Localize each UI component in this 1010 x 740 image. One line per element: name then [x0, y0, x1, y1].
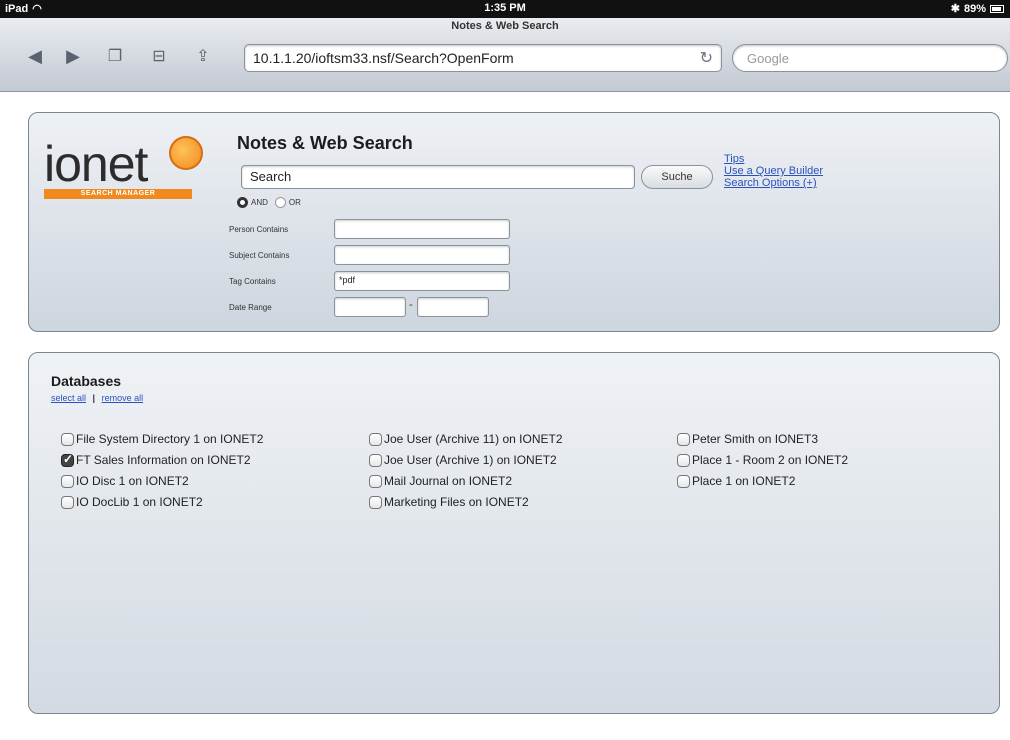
- tips-link[interactable]: Tips: [724, 153, 823, 165]
- battery-icon: [990, 4, 1004, 13]
- browser-page-title: Notes & Web Search: [451, 20, 559, 32]
- database-label: Joe User (Archive 11) on IONET2: [384, 432, 563, 446]
- database-item[interactable]: Marketing Files on IONET2: [369, 494, 563, 510]
- and-radio[interactable]: [237, 197, 248, 208]
- database-column-3: Peter Smith on IONET3 Place 1 - Room 2 o…: [677, 431, 848, 489]
- checkbox[interactable]: [61, 432, 74, 446]
- form-title: Notes & Web Search: [237, 133, 413, 153]
- back-icon[interactable]: ◀: [22, 46, 48, 67]
- database-actions: select all | remove all: [51, 393, 143, 403]
- query-builder-link[interactable]: Use a Query Builder: [724, 165, 823, 177]
- tag-input[interactable]: *pdf: [334, 271, 510, 291]
- subject-label: Subject Contains: [229, 251, 290, 260]
- checkbox[interactable]: [369, 453, 382, 467]
- date-separator: -: [409, 299, 413, 311]
- forward-icon[interactable]: ▶: [60, 46, 86, 67]
- tag-label: Tag Contains: [229, 277, 276, 286]
- database-item[interactable]: Peter Smith on IONET3: [677, 431, 848, 447]
- or-label: OR: [288, 198, 301, 207]
- battery-percent: 89%: [963, 2, 986, 15]
- checkbox[interactable]: [677, 432, 690, 446]
- search-options-link[interactable]: Search Options (+): [724, 177, 823, 189]
- search-panel: ionet SEARCH MANAGER Notes & Web Search …: [28, 112, 1000, 332]
- ionet-logo: ionet SEARCH MANAGER: [44, 135, 214, 205]
- database-label: Place 1 - Room 2 on IONET2: [692, 453, 849, 467]
- database-label: Peter Smith on IONET3: [692, 432, 819, 446]
- suche-button[interactable]: Suche: [641, 165, 713, 189]
- database-label: Mail Journal on IONET2: [384, 474, 513, 488]
- database-item[interactable]: FT Sales Information on IONET2: [61, 452, 263, 468]
- database-label: File System Directory 1 on IONET2: [76, 432, 264, 446]
- logo-wordmark: ionet: [44, 136, 148, 192]
- reload-icon[interactable]: ↻: [700, 48, 713, 68]
- browser-search-field[interactable]: Google: [732, 44, 1008, 72]
- database-item[interactable]: Joe User (Archive 1) on IONET2: [369, 452, 563, 468]
- remove-all-link[interactable]: remove all: [102, 393, 144, 403]
- database-column-2: Joe User (Archive 11) on IONET2 Joe User…: [369, 431, 563, 510]
- database-item[interactable]: Joe User (Archive 11) on IONET2: [369, 431, 563, 447]
- checkbox[interactable]: [369, 432, 382, 446]
- database-item[interactable]: Place 1 on IONET2: [677, 473, 848, 489]
- checkbox[interactable]: [677, 474, 690, 488]
- databases-panel: Databases select all | remove all File S…: [28, 352, 1000, 714]
- logo-ball-icon: [169, 136, 203, 170]
- clock: 1:35 PM: [484, 2, 526, 14]
- share-icon[interactable]: ⇪: [190, 46, 216, 66]
- select-all-link[interactable]: select all: [51, 393, 86, 403]
- subject-input[interactable]: [334, 245, 510, 265]
- databases-title: Databases: [51, 373, 122, 389]
- database-item[interactable]: IO DocLib 1 on IONET2: [61, 494, 263, 510]
- bookmarks-icon[interactable]: ⊟: [146, 46, 172, 66]
- person-label: Person Contains: [229, 225, 289, 234]
- date-from-input[interactable]: [334, 297, 406, 317]
- database-label: FT Sales Information on IONET2: [76, 453, 251, 467]
- url-field[interactable]: 10.1.1.20/ioftsm33.nsf/Search?OpenForm ↻: [244, 44, 722, 72]
- date-to-input[interactable]: [417, 297, 489, 317]
- browser-toolbar: Notes & Web Search ◀ ▶ ❐ ⊟ ⇪ 10.1.1.20/i…: [0, 18, 1010, 92]
- database-item[interactable]: File System Directory 1 on IONET2: [61, 431, 263, 447]
- database-item[interactable]: Place 1 - Room 2 on IONET2: [677, 452, 848, 468]
- help-links: Tips Use a Query Builder Search Options …: [724, 153, 823, 189]
- url-text: 10.1.1.20/ioftsm33.nsf/Search?OpenForm: [253, 50, 514, 66]
- pages-icon[interactable]: ❐: [102, 46, 128, 66]
- database-label: Marketing Files on IONET2: [384, 495, 529, 509]
- date-range-label: Date Range: [229, 303, 272, 312]
- checkbox[interactable]: [369, 474, 382, 488]
- database-column-1: File System Directory 1 on IONET2 FT Sal…: [61, 431, 263, 510]
- database-label: IO DocLib 1 on IONET2: [76, 495, 203, 509]
- bluetooth-icon: ✱: [950, 3, 960, 15]
- checkbox[interactable]: [677, 453, 690, 467]
- logo-tagline: SEARCH MANAGER: [44, 189, 192, 199]
- or-radio[interactable]: [274, 197, 286, 208]
- search-input[interactable]: Search: [241, 165, 635, 189]
- checkbox[interactable]: [61, 474, 74, 488]
- checkbox-checked[interactable]: [61, 452, 74, 467]
- database-label: Place 1 on IONET2: [692, 474, 796, 488]
- database-label: Joe User (Archive 1) on IONET2: [384, 453, 557, 467]
- boolean-operator: AND OR: [237, 197, 301, 208]
- and-label: AND: [251, 198, 268, 207]
- person-input[interactable]: [334, 219, 510, 239]
- database-label: IO Disc 1 on IONET2: [76, 474, 189, 488]
- checkbox[interactable]: [369, 495, 382, 509]
- database-item[interactable]: IO Disc 1 on IONET2: [61, 473, 263, 489]
- actions-separator: |: [92, 393, 96, 403]
- database-item[interactable]: Mail Journal on IONET2: [369, 473, 563, 489]
- status-bar: iPad ◠ 1:35 PM ✱ 89%: [0, 0, 1010, 18]
- checkbox[interactable]: [61, 495, 74, 509]
